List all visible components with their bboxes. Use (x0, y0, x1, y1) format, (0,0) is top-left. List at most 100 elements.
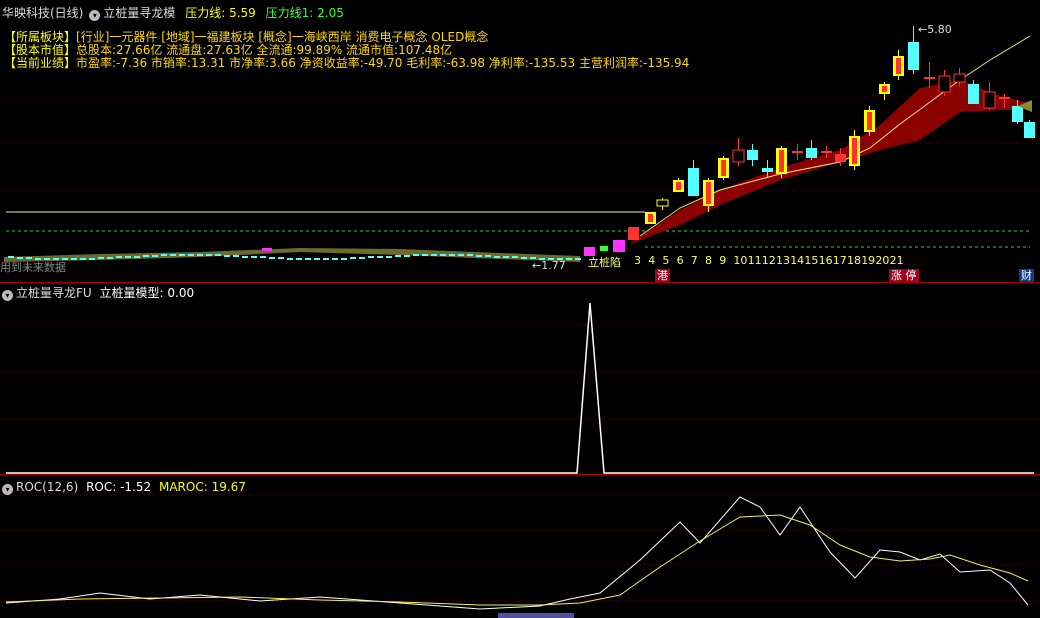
candle-small (197, 254, 203, 256)
count-label: 20 (875, 254, 890, 267)
fu-indicator-chart[interactable] (0, 283, 1040, 475)
candle-small (422, 254, 428, 256)
candle-body (762, 168, 773, 172)
chevron-down-icon[interactable]: ▾ (2, 484, 13, 495)
candle-body (835, 154, 846, 162)
candle-small (413, 254, 419, 256)
low-price-value: 1.77 (541, 259, 566, 272)
info-performance: 【当前业绩】市盈率:-7.36 市销率:13.31 市净率:3.66 净资收益率… (4, 56, 689, 70)
candle-small (359, 257, 365, 259)
roc-line (5, 496, 1029, 610)
candle-small (89, 258, 95, 260)
count-label: 21 (889, 254, 904, 267)
count-label: 12 (761, 254, 776, 267)
candle-marker (262, 248, 272, 251)
candle-small (80, 258, 86, 260)
roc-indicator-name[interactable]: ROC(12,6) (16, 480, 78, 494)
candle-small (251, 256, 257, 258)
candle-body (806, 148, 817, 158)
candle-body-inner (721, 160, 726, 176)
info-capital-text: 总股本:27.66亿 流通盘:27.63亿 全流通:99.89% 流通市值:10… (76, 43, 453, 57)
info-performance-label: 【当前业绩】 (4, 56, 77, 70)
fu-line (6, 302, 1034, 474)
candle-small (332, 258, 338, 260)
candle-body-inner (882, 86, 887, 92)
candle-small (170, 254, 176, 256)
candle-small (269, 257, 275, 259)
indicator-name[interactable]: 立桩量寻龙模 (103, 6, 175, 20)
candle-small (215, 254, 221, 256)
candle-small (431, 254, 437, 256)
chevron-down-icon[interactable]: ▾ (2, 290, 13, 301)
candle-small (395, 255, 401, 257)
pressure-line1-label: 压力线1: 2.05 (265, 6, 344, 20)
candle-small (161, 254, 167, 256)
count-label: 4 (648, 254, 656, 267)
candle-body (908, 42, 919, 70)
stock-name[interactable]: 华映科技(日线) (2, 6, 83, 20)
count-label: 14 (790, 254, 805, 267)
candle-small (467, 254, 473, 256)
candle-small (305, 258, 311, 260)
info-sector-text: [行业]一元器件 [地域]一福建板块 [概念]一海峡西岸 消费电子概念 OLED… (76, 30, 489, 44)
candle-body-inner (896, 58, 901, 74)
candle-small (134, 256, 140, 258)
count-label: 13 (776, 254, 790, 267)
chevron-down-icon[interactable]: ▾ (89, 10, 101, 21)
ribbon-band (630, 80, 1030, 244)
candle-small (440, 254, 446, 256)
fu-indicator-panel[interactable]: ▾ 立桩量寻龙FU 立桩量模型: 0.00 (0, 283, 1040, 475)
count-label: 8 (705, 254, 712, 267)
candle-body (1024, 122, 1035, 138)
roc-value: ROC: -1.52 (86, 480, 152, 494)
fu-indicator-name[interactable]: 立桩量寻龙FU (16, 286, 92, 300)
count-label: 18 (847, 254, 861, 267)
candle-body (938, 75, 951, 93)
candle-marker (613, 240, 625, 252)
info-sector: 【所属板块】[行业]一元器件 [地域]一福建板块 [概念]一海峡西岸 消费电子概… (4, 30, 488, 44)
candle-body (983, 91, 996, 109)
candle-small (368, 256, 374, 258)
candle-body-inner (867, 112, 872, 130)
candle-small (152, 255, 158, 257)
tag-limit-up[interactable]: 涨 停 (889, 269, 919, 282)
candle-small (449, 254, 455, 256)
candle-body (968, 84, 979, 104)
candle-body-inner (779, 150, 784, 172)
candle-small (233, 255, 239, 257)
count-label: 11 (747, 254, 762, 267)
candle-small (494, 256, 500, 258)
candle-body (953, 73, 966, 83)
maroc-value: MAROC: 19.67 (158, 480, 246, 494)
roc-indicator-panel[interactable]: ▾ ROC(12,6) ROC: -1.52 MAROC: 19.67 (0, 475, 1040, 618)
start-label: 立桩陷 (588, 256, 621, 269)
count-label: 5 (662, 254, 670, 267)
count-label: 19 (861, 254, 876, 267)
info-capital: 【股本市值】总股本:27.66亿 流通盘:27.63亿 全流通:99.89% 流… (4, 43, 452, 57)
candle-small (179, 254, 185, 256)
high-price-label: ←5.80 (918, 23, 952, 36)
candle-small (224, 255, 230, 257)
roc-indicator-chart[interactable] (0, 475, 1040, 618)
candle-body (688, 168, 699, 196)
candle-small (485, 255, 491, 257)
candle-body-inner (852, 138, 857, 164)
date-highlight (498, 613, 574, 618)
tag-gang[interactable]: 港 (655, 269, 670, 282)
tag-cai[interactable]: 财 (1019, 269, 1034, 282)
candle-small (278, 257, 284, 259)
candle-body-inner (676, 182, 681, 190)
main-chart-panel[interactable]: 华映科技(日线) ▾ 立桩量寻龙模 压力线: 5.59 压力线1: 2.05 【所属… (0, 0, 1040, 283)
candle-small (143, 255, 149, 257)
candle-small (404, 255, 410, 257)
candle-small (323, 258, 329, 260)
candle-body-inner (706, 182, 711, 204)
low-price-label: ←1.77 (532, 259, 566, 272)
candle-small (125, 256, 131, 258)
main-header: 华映科技(日线) ▾ 立桩量寻龙模 压力线: 5.59 压力线1: 2.05 (2, 6, 344, 21)
count-label: 3 (634, 254, 641, 267)
candle-small (107, 257, 113, 259)
candle-small (287, 258, 293, 260)
candle-small (71, 258, 77, 260)
count-label: 9 (719, 254, 727, 267)
